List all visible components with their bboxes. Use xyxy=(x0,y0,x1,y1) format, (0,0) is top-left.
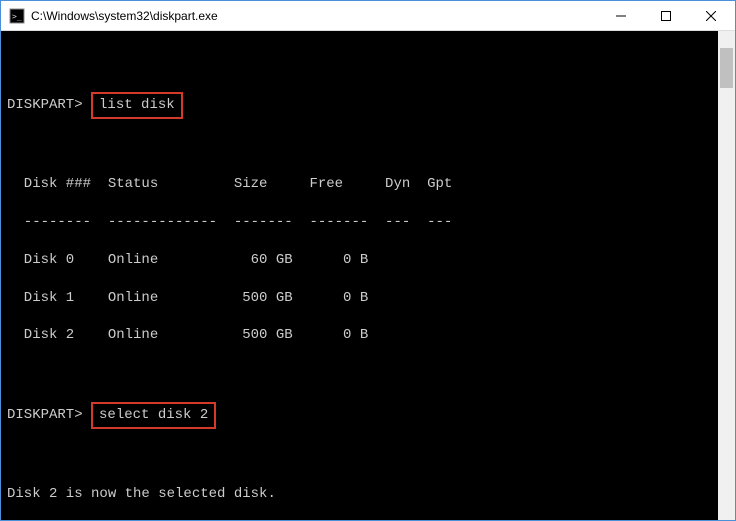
msg-selected-disk: Disk 2 is now the selected disk. xyxy=(7,485,729,504)
titlebar: >_ C:\Windows\system32\diskpart.exe xyxy=(1,1,735,31)
command-select-disk: select disk 2 xyxy=(91,402,216,429)
close-button[interactable] xyxy=(688,1,733,30)
maximize-button[interactable] xyxy=(643,1,688,30)
disk-row: Disk 0 Online 60 GB 0 B xyxy=(7,251,729,270)
disk-row: Disk 2 Online 500 GB 0 B xyxy=(7,326,729,345)
disk-row: Disk 1 Online 500 GB 0 B xyxy=(7,289,729,308)
disk-header-rule: -------- ------------- ------- ------- -… xyxy=(7,213,729,232)
prompt-text: DISKPART> xyxy=(7,407,83,423)
command-list-disk: list disk xyxy=(91,92,183,119)
app-window: >_ C:\Windows\system32\diskpart.exe DISK… xyxy=(0,0,736,521)
svg-text:>_: >_ xyxy=(12,12,22,21)
disk-header: Disk ### Status Size Free Dyn Gpt xyxy=(7,175,729,194)
prompt-text: DISKPART> xyxy=(7,97,83,113)
console-output[interactable]: DISKPART> list disk Disk ### Status Size… xyxy=(1,31,735,520)
window-title: C:\Windows\system32\diskpart.exe xyxy=(31,9,598,23)
scrollbar[interactable] xyxy=(718,31,735,520)
window-controls xyxy=(598,1,733,30)
minimize-button[interactable] xyxy=(598,1,643,30)
app-icon: >_ xyxy=(9,8,25,24)
scrollbar-thumb[interactable] xyxy=(720,48,733,88)
